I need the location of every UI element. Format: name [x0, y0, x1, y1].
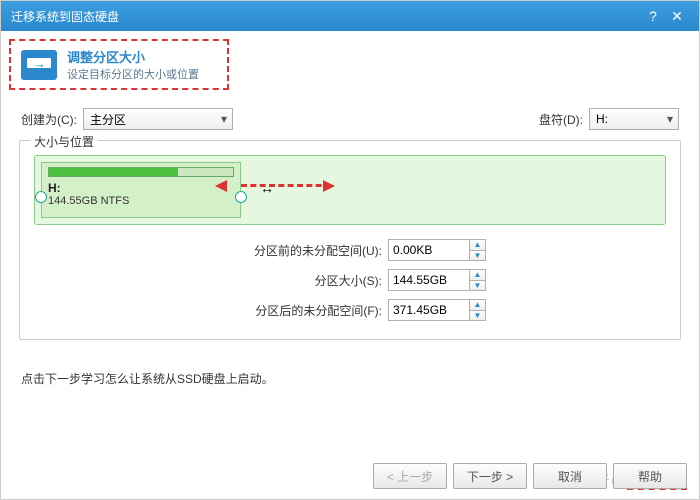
next-button[interactable]: 下一步 >: [453, 463, 527, 489]
drive-letter-label: 盘符(D):: [539, 111, 583, 128]
partition-size-label: 分区大小(S):: [232, 272, 382, 289]
partition-name: H:: [48, 181, 234, 195]
size-position-group: 大小与位置 H: 144.55GB NTFS 分区前的未分配空间(U): ▲▼ …: [19, 140, 681, 340]
partition-size-input[interactable]: ▲▼: [388, 269, 486, 291]
space-after-label: 分区后的未分配空间(F):: [232, 302, 382, 319]
resize-handle-left[interactable]: [35, 191, 47, 203]
create-as-label: 创建为(C):: [21, 111, 77, 128]
space-before-input[interactable]: ▲▼: [388, 239, 486, 261]
spinner-up-icon[interactable]: ▲: [470, 270, 485, 281]
spinner-up-icon[interactable]: ▲: [470, 300, 485, 311]
create-as-select[interactable]: 主分区: [83, 108, 233, 130]
title-bar: 迁移系统到固态硬盘 ? ✕: [1, 1, 699, 31]
create-as-row: 创建为(C): 主分区 盘符(D): H:: [21, 108, 679, 130]
footer-buttons: < 上一步 下一步 > 取消 帮助: [1, 463, 699, 489]
spinner-down-icon[interactable]: ▼: [470, 251, 485, 261]
hint-text: 点击下一步学习怎么让系统从SSD硬盘上启动。: [21, 370, 679, 387]
spinner-up-icon[interactable]: ▲: [470, 240, 485, 251]
help-icon[interactable]: ?: [641, 8, 665, 24]
group-legend: 大小与位置: [30, 133, 98, 150]
partition-bar[interactable]: H: 144.55GB NTFS: [34, 155, 666, 225]
partition-size-text: 144.55GB NTFS: [48, 195, 234, 207]
step-header: 调整分区大小 设定目标分区的大小或位置: [9, 39, 229, 90]
resize-arrow-annotation: [241, 184, 331, 187]
space-after-row: 分区后的未分配空间(F): ▲▼: [232, 299, 486, 321]
space-before-label: 分区前的未分配空间(U):: [232, 242, 382, 259]
usage-fill: [48, 167, 234, 177]
space-after-field[interactable]: [389, 300, 469, 320]
partition-resize-icon: [21, 50, 57, 80]
cancel-button[interactable]: 取消: [533, 463, 607, 489]
step-title: 调整分区大小: [67, 47, 199, 66]
close-icon[interactable]: ✕: [665, 8, 689, 25]
partition-size-field[interactable]: [389, 270, 469, 290]
drive-letter-select[interactable]: H:: [589, 108, 679, 130]
resize-handle-right[interactable]: [235, 191, 247, 203]
space-before-field[interactable]: [389, 240, 469, 260]
window-title: 迁移系统到固态硬盘: [11, 8, 641, 25]
space-after-input[interactable]: ▲▼: [388, 299, 486, 321]
step-subtitle: 设定目标分区的大小或位置: [67, 66, 199, 82]
partition-size-row: 分区大小(S): ▲▼: [232, 269, 486, 291]
help-button[interactable]: 帮助: [613, 463, 687, 489]
back-button[interactable]: < 上一步: [373, 463, 447, 489]
space-before-row: 分区前的未分配空间(U): ▲▼: [232, 239, 486, 261]
spinner-down-icon[interactable]: ▼: [470, 281, 485, 291]
spinner-down-icon[interactable]: ▼: [470, 311, 485, 321]
